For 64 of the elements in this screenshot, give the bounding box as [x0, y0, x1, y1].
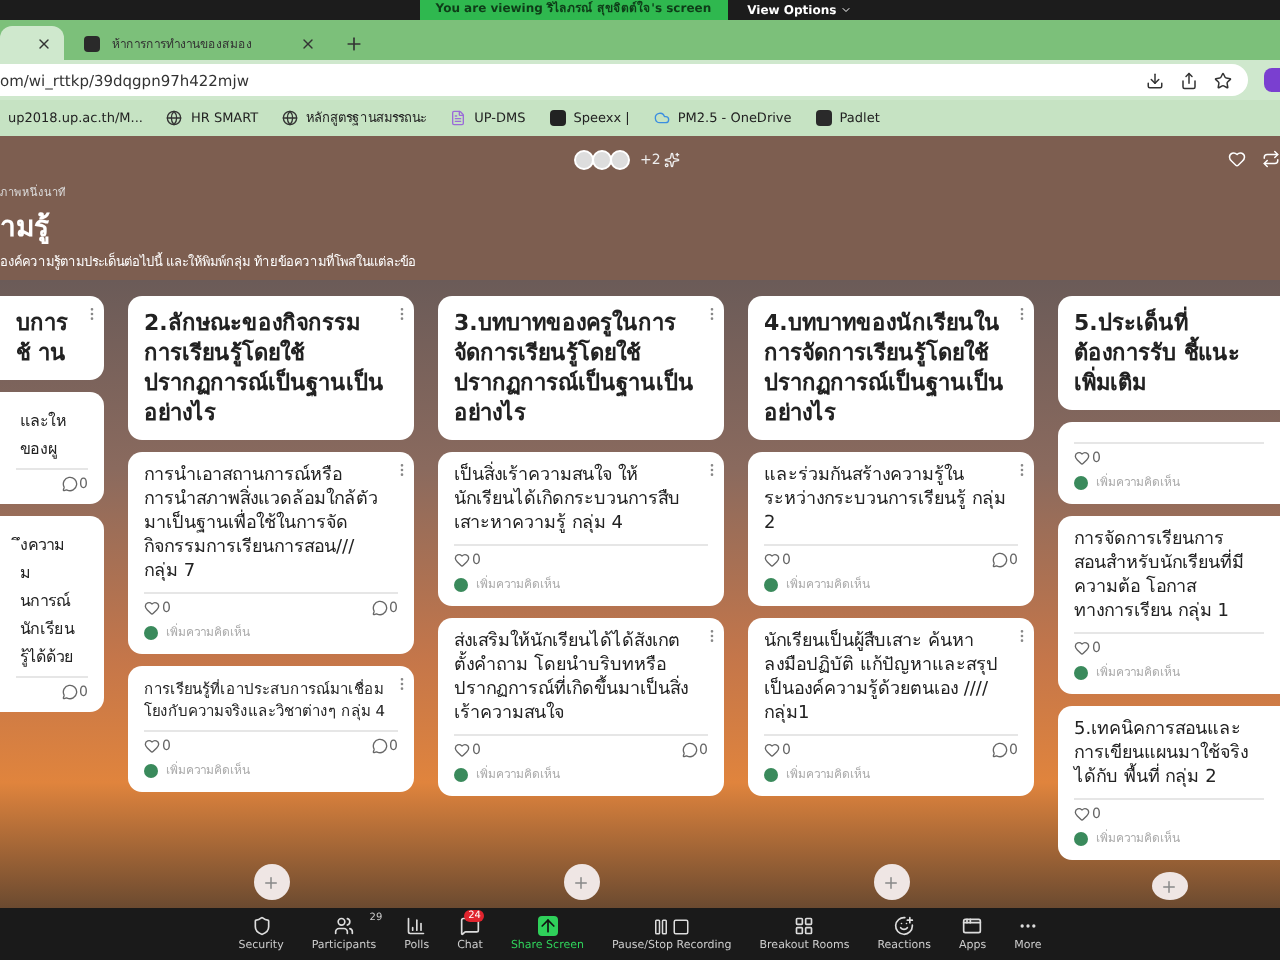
- post-text: นักเรียนเป็นผู้สืบเสาะ ค้นหา ลงมือปฏิบัติ แก้ปัญหาและสรุปเป็นองค์ความรู้ด้วยตนเอง //// กลุ่ม1: [764, 630, 1000, 726]
- avatar-icon: [1074, 665, 1088, 679]
- post-text-line: นการณ์: [18, 589, 73, 612]
- share-icon[interactable]: [1180, 71, 1198, 89]
- post-text: เป็นสิ่งเร้าความสนใจ ให้นักเรียนได้เกิดกระบวนการสืบเสาะหาความรู้ กลุ่ม 4: [454, 464, 708, 536]
- post-text: 5.เทคนิคการสอนและการเขียนแผนมาใช้จริงได้กับ พื้นที่ กลุ่ม 2: [1074, 718, 1250, 790]
- post-text: และร่วมกันสร้างความรู้ในระหว่างกระบวนการเรียนรู้ กลุ่ม 2: [764, 464, 1008, 536]
- plus-icon: [344, 33, 364, 53]
- bookmark-icon: [815, 110, 832, 126]
- bookmark-icon: [549, 110, 566, 126]
- post-text-line: ของผู: [18, 438, 60, 460]
- pause-stop-icon: [652, 917, 691, 935]
- close-icon[interactable]: [300, 35, 316, 51]
- avatar-icon: [764, 767, 778, 781]
- profile-icon[interactable]: [1264, 68, 1280, 92]
- smiley-icon: [894, 916, 915, 936]
- apps-icon: [962, 916, 983, 936]
- post-text-line: รู้ได้ด้วย: [18, 646, 76, 668]
- column-title: 5.ประเด็นที่ต้องการรับ ชี้แนะเพิ่มเติม: [1074, 308, 1242, 398]
- post-text-line: นักเรียน: [18, 618, 77, 640]
- plus-icon: [262, 873, 280, 891]
- download-icon[interactable]: [1146, 71, 1164, 89]
- post-text: การจัดการเรียนการสอนสำหรับนักเรียนที่มีความต้อ โอกาสทางการเรียน กลุ่ม 1: [1074, 528, 1246, 624]
- post-text-line: ม: [18, 562, 32, 584]
- avatar-icon: [454, 577, 468, 591]
- post-text-line: ึงความ: [8, 528, 88, 556]
- add-post-button[interactable]: [1151, 872, 1187, 900]
- globe-icon: [166, 110, 183, 126]
- avatar-icon: [1074, 831, 1088, 845]
- share-screen-icon: [537, 916, 558, 936]
- star-icon[interactable]: [1214, 71, 1232, 89]
- plus-icon: [572, 873, 590, 891]
- column-title: บการ ช้ าน: [16, 308, 70, 368]
- chevron-down-icon: [840, 4, 853, 16]
- avatar-icon: [764, 577, 778, 591]
- grid-icon: [794, 916, 815, 936]
- chat-icon: [460, 916, 480, 936]
- cloud-icon: [653, 110, 670, 126]
- post-text: การนำเอาสถานการณ์หรือการนำสภาพสิ่งแวดล้อมใกล้ตัวมาเป็นฐานเพื่อใช้ในการจัดกิจกรรมการเรียนการสอน/// กลุ่ม 7: [144, 464, 380, 584]
- plus-icon: [882, 873, 900, 891]
- column-title: 3.บทบาทของครูในการจัดการเรียนรู้โดยใช้ปรากฏการณ์เป็นฐานเป็นอย่างไร: [454, 308, 696, 428]
- close-icon[interactable]: [36, 35, 52, 51]
- bar-chart-icon: [406, 916, 427, 936]
- avatar-icon: [144, 763, 158, 777]
- shield-icon: [251, 916, 272, 936]
- column-title: 4.บทบาทของนักเรียนในการจัดการเรียนรู้โดยใช้ปรากฏการณ์เป็นฐานเป็นอย่างไร: [764, 308, 1006, 428]
- document-icon: [450, 110, 467, 126]
- avatar-icon: [144, 625, 158, 639]
- post-text: ส่งเสริมให้นักเรียนได้ได้สังเกต ตั้งคำถาม โดยนำบริบทหรือปรากฏการณ์ที่เกิดขึ้นมาเป็นสิ่งเร้าความสนใจ: [454, 630, 690, 726]
- add-post-button[interactable]: [873, 864, 909, 900]
- padlet-icon: [84, 35, 100, 51]
- avatar-icon: [454, 767, 468, 781]
- post-text-line: และให: [18, 409, 68, 432]
- heart-icon[interactable]: [1228, 150, 1246, 168]
- board-title: ามรู้: [0, 210, 52, 248]
- globe-icon: [282, 110, 299, 126]
- participants-icon: [334, 916, 354, 936]
- add-post-button[interactable]: [253, 864, 289, 900]
- plus-icon: [1160, 877, 1178, 895]
- avatar-icon: [1074, 475, 1088, 489]
- sparkles-icon: [664, 152, 681, 168]
- add-post-button[interactable]: [563, 864, 599, 900]
- column-title: 2.ลักษณะของกิจกรรมการเรียนรู้โดยใช้ปรากฏการณ์เป็นฐานเป็นอย่างไร: [144, 308, 386, 428]
- remake-icon[interactable]: [1262, 150, 1280, 168]
